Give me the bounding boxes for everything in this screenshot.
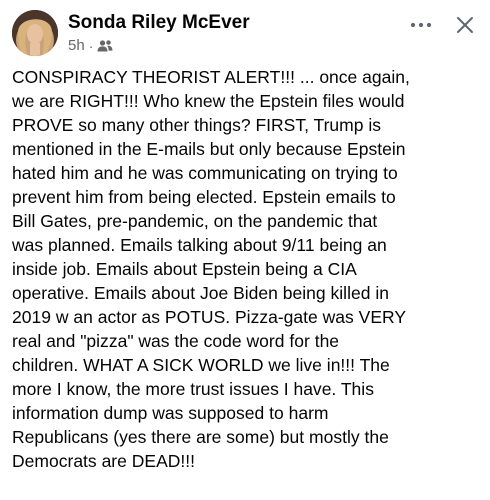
- meta-separator: ·: [88, 38, 94, 54]
- avatar[interactable]: [12, 10, 58, 56]
- facebook-post: Sonda Riley McEver 5h · CONSPIRACY THEOR…: [0, 0, 490, 500]
- ellipsis-icon: [410, 22, 432, 28]
- profile-photo-icon: [12, 10, 58, 56]
- close-icon: [457, 17, 473, 33]
- post-meta: 5h ·: [68, 37, 250, 55]
- post-body-text: CONSPIRACY THEORIST ALERT!!! ... once ag…: [12, 67, 410, 471]
- friends-icon[interactable]: [97, 39, 113, 53]
- author-name[interactable]: Sonda Riley McEver: [68, 12, 250, 34]
- author-block: Sonda Riley McEver 5h ·: [68, 12, 250, 55]
- more-options-button[interactable]: [408, 12, 434, 38]
- post-header: Sonda Riley McEver 5h ·: [12, 10, 478, 60]
- post-actions: [408, 12, 478, 38]
- close-button[interactable]: [452, 12, 478, 38]
- post-time[interactable]: 5h: [68, 37, 85, 55]
